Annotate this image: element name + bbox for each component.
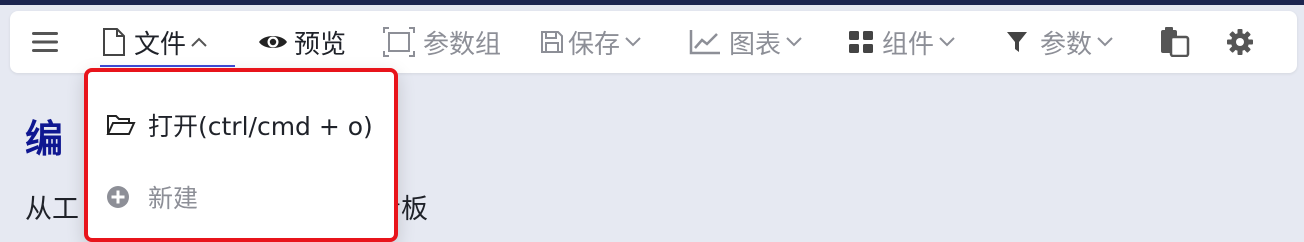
chevron-down-icon bbox=[625, 37, 641, 47]
line-chart-icon bbox=[689, 30, 720, 55]
save-label: 保存 bbox=[568, 29, 621, 60]
menu-item-open-label: 打开(ctrl/cmd + o) bbox=[148, 112, 373, 141]
menu-item-new-label: 新建 bbox=[148, 184, 199, 213]
eye-icon bbox=[259, 36, 287, 48]
settings-button[interactable] bbox=[1226, 11, 1254, 73]
toolbar: 文件 预览 参数组 保存 图表 组件 参数 bbox=[10, 11, 1297, 73]
chart-label: 图表 bbox=[729, 29, 782, 60]
save-button[interactable]: 保存 bbox=[540, 11, 641, 73]
param-label: 参数 bbox=[1040, 29, 1093, 60]
chevron-down-icon bbox=[1097, 37, 1113, 47]
filter-icon bbox=[1007, 32, 1027, 52]
file-menu-button[interactable]: 文件 bbox=[102, 11, 207, 73]
clipboard-button[interactable] bbox=[1160, 11, 1190, 73]
hamburger-icon bbox=[32, 32, 58, 52]
menu-item-new[interactable]: 新建 bbox=[88, 169, 394, 225]
gear-icon bbox=[1227, 29, 1253, 55]
component-button[interactable]: 组件 bbox=[848, 11, 955, 73]
save-icon bbox=[541, 31, 563, 53]
grid-icon bbox=[849, 31, 873, 53]
param-button[interactable]: 参数 bbox=[1006, 11, 1113, 73]
chevron-down-icon bbox=[939, 37, 955, 47]
preview-label: 预览 bbox=[294, 29, 347, 60]
folder-open-icon bbox=[106, 113, 136, 137]
chevron-up-icon bbox=[191, 37, 207, 47]
menu-item-open[interactable]: 打开(ctrl/cmd + o) bbox=[88, 97, 394, 153]
param-group-button[interactable]: 参数组 bbox=[383, 11, 501, 73]
menu-button[interactable] bbox=[32, 11, 58, 73]
page-description-start: 从工 bbox=[25, 194, 79, 225]
chart-button[interactable]: 图表 bbox=[689, 11, 802, 73]
page-title: 编 bbox=[25, 117, 64, 161]
plus-circle-icon bbox=[106, 185, 136, 209]
file-menu-label: 文件 bbox=[134, 29, 187, 60]
file-menu-active-indicator bbox=[100, 65, 235, 67]
top-strip bbox=[0, 0, 1304, 5]
component-label: 组件 bbox=[882, 29, 935, 60]
frame-icon bbox=[383, 27, 415, 57]
preview-button[interactable]: 预览 bbox=[258, 11, 346, 73]
clipboard-icon bbox=[1161, 27, 1190, 57]
file-dropdown-menu: 打开(ctrl/cmd + o) 新建 bbox=[84, 68, 398, 242]
param-group-label: 参数组 bbox=[423, 29, 502, 60]
file-icon bbox=[103, 28, 125, 56]
chevron-down-icon bbox=[786, 37, 802, 47]
